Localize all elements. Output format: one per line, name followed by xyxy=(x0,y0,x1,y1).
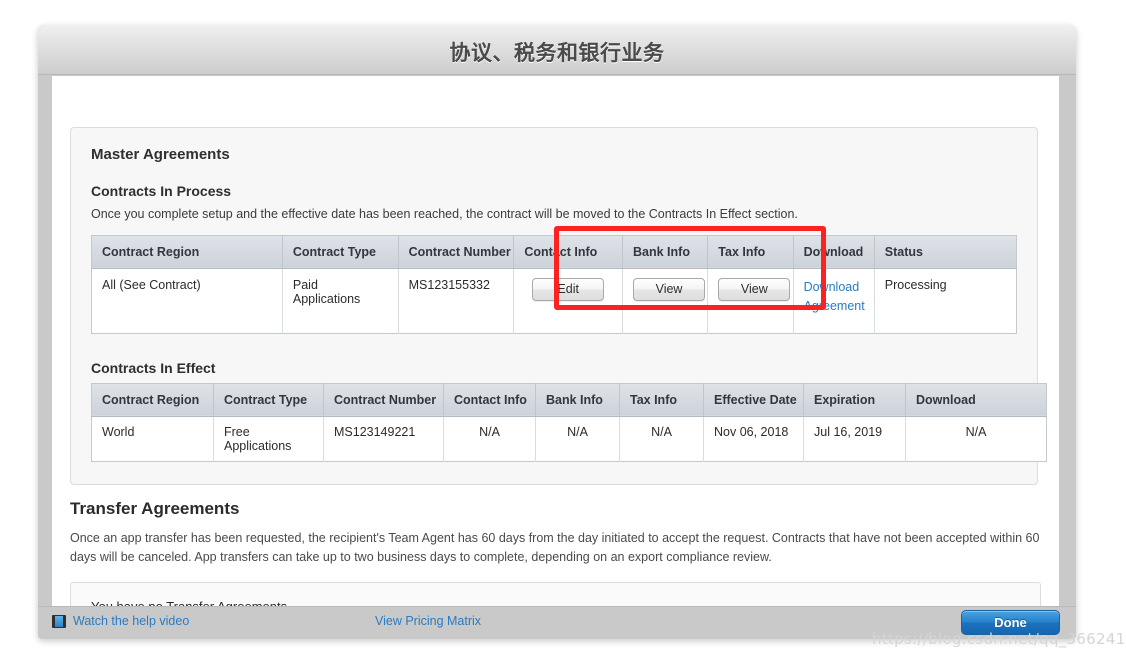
contracts-in-process-description: Once you complete setup and the effectiv… xyxy=(91,207,798,221)
cell-contact-info: Edit xyxy=(513,268,624,334)
col-contract-number: Contract Number xyxy=(323,383,444,417)
cell-bank-info: N/A xyxy=(535,416,620,462)
col-bank-info: Bank Info xyxy=(535,383,620,417)
col-contract-region: Contract Region xyxy=(91,383,214,417)
contracts-in-process-heading: Contracts In Process xyxy=(91,183,232,199)
transfer-agreements-empty-state: You have no Transfer Agreements. xyxy=(70,581,1041,606)
master-agreements-heading: Master Agreements xyxy=(91,146,230,163)
cell-contract-region: World xyxy=(91,416,214,462)
done-button[interactable]: Done xyxy=(961,610,1060,635)
cell-contract-number: MS123155332 xyxy=(398,268,515,334)
content-panel: Master Agreements Contracts In Process O… xyxy=(52,76,1059,606)
edit-contact-info-button[interactable]: Edit xyxy=(532,277,605,301)
view-tax-info-button[interactable]: View xyxy=(718,277,791,301)
screenshot-root: 协议、税务和银行业务 Master Agreements Contracts I… xyxy=(0,0,1126,661)
transfer-agreements-description: Once an app transfer has been requested,… xyxy=(70,531,1040,565)
help-video-group[interactable]: Watch the help video xyxy=(52,614,189,628)
view-bank-info-button[interactable]: View xyxy=(633,277,706,301)
col-effective-date: Effective Date xyxy=(703,383,804,417)
cell-effective-date: Nov 06, 2018 xyxy=(703,416,804,462)
table-header-row: Contract Region Contract Type Contract N… xyxy=(91,235,1017,269)
cell-tax-info: View xyxy=(707,268,794,334)
transfer-agreements-section: Transfer Agreements Once an app transfer… xyxy=(52,499,1059,606)
master-agreements-card: Master Agreements Contracts In Process O… xyxy=(70,127,1047,485)
cell-download: N/A xyxy=(905,416,1047,462)
cell-contract-number: MS123149221 xyxy=(323,416,444,462)
cell-status: Processing xyxy=(874,268,1017,334)
agreements-dialog-window: 协议、税务和银行业务 Master Agreements Contracts I… xyxy=(38,25,1076,639)
col-tax-info: Tax Info xyxy=(707,235,794,269)
cell-contract-type: Free Applications xyxy=(213,416,324,462)
view-pricing-matrix-link[interactable]: View Pricing Matrix xyxy=(375,614,481,628)
cell-contact-info: N/A xyxy=(443,416,536,462)
table-header-row: Contract Region Contract Type Contract N… xyxy=(91,383,1047,417)
col-expiration: Expiration xyxy=(803,383,906,417)
film-strip-icon xyxy=(52,614,66,628)
cell-download: Download Agreement xyxy=(793,268,875,334)
transfer-agreements-heading: Transfer Agreements xyxy=(70,499,240,518)
col-status: Status xyxy=(874,235,1017,269)
col-contact-info: Contact Info xyxy=(443,383,536,417)
col-contract-number: Contract Number xyxy=(398,235,515,269)
contracts-in-process-table: Contract Region Contract Type Contract N… xyxy=(91,234,1017,334)
contracts-in-effect-heading: Contracts In Effect xyxy=(91,359,216,376)
dialog-titlebar: 协议、税务和银行业务 xyxy=(38,25,1076,75)
watch-help-video-link[interactable]: Watch the help video xyxy=(73,614,189,628)
page-title: 协议、税务和银行业务 xyxy=(449,42,665,65)
cell-bank-info: View xyxy=(622,268,709,334)
col-contact-info: Contact Info xyxy=(513,235,624,269)
col-download: Download xyxy=(793,235,875,269)
col-contract-type: Contract Type xyxy=(282,235,399,269)
dialog-footer: Watch the help video View Pricing Matrix… xyxy=(38,606,1076,639)
cell-contract-region: All (See Contract) xyxy=(91,268,283,334)
contracts-in-effect-table: Contract Region Contract Type Contract N… xyxy=(91,382,1047,462)
col-contract-type: Contract Type xyxy=(213,383,324,417)
col-contract-region: Contract Region xyxy=(91,235,283,269)
cell-tax-info: N/A xyxy=(619,416,704,462)
cell-contract-type: Paid Applications xyxy=(282,268,399,334)
col-tax-info: Tax Info xyxy=(619,383,704,417)
cell-expiration: Jul 16, 2019 xyxy=(803,416,906,462)
download-agreement-link[interactable]: Download Agreement xyxy=(804,278,865,317)
col-bank-info: Bank Info xyxy=(622,235,709,269)
table-row: World Free Applications MS123149221 N/A … xyxy=(91,416,1047,462)
table-row: All (See Contract) Paid Applications MS1… xyxy=(91,268,1017,334)
pricing-matrix-group: View Pricing Matrix xyxy=(375,614,481,628)
col-download: Download xyxy=(905,383,1047,417)
